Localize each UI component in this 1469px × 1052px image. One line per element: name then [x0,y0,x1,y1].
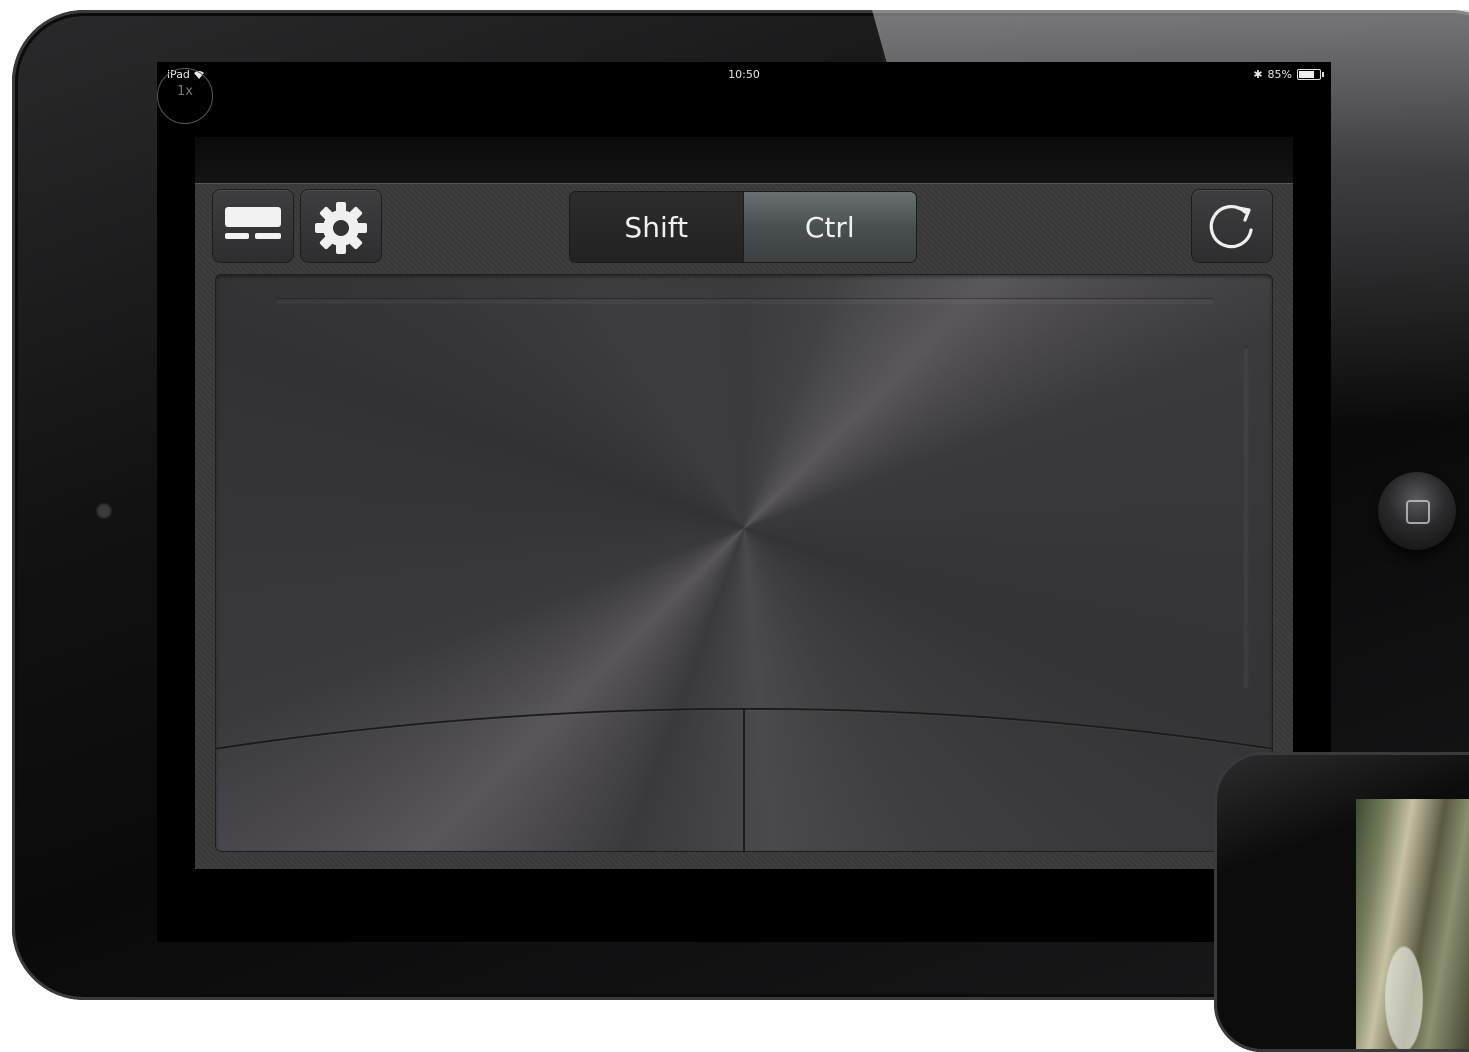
iphone-device [1214,752,1469,1052]
battery-icon [1297,69,1324,80]
home-button[interactable] [1378,472,1456,550]
battery-percent: 85% [1267,68,1292,81]
left-click-button[interactable] [215,714,744,852]
shift-button[interactable]: Shift [570,192,743,262]
refresh-button[interactable] [1192,190,1272,262]
app-top-strip [195,137,1293,183]
zoom-badge[interactable]: 1x [157,68,213,124]
camera-icon [96,503,112,519]
remote-mouse-panel: Shift Ctrl [195,183,1293,869]
vertical-scroll-strip[interactable] [1243,346,1249,688]
gear-icon [315,202,367,254]
ctrl-button[interactable]: Ctrl [742,192,916,262]
keyboard-icon [225,207,281,239]
bluetooth-icon: ✱ [1253,68,1263,81]
mouse-buttons-area [215,704,1273,852]
modifier-segmented-control: Shift Ctrl [570,192,916,262]
home-square-icon [1406,500,1430,524]
settings-button[interactable] [301,190,381,262]
trackpad[interactable] [215,274,1273,852]
status-bar: iPad 10:50 ✱ 85% [157,62,1331,86]
ipad-screen: iPad 10:50 ✱ 85% 1x Shift Ctrl [157,62,1331,942]
horizontal-scroll-strip[interactable] [275,298,1215,304]
status-time: 10:50 [728,68,760,81]
right-click-button[interactable] [745,714,1273,852]
refresh-icon [1209,204,1253,249]
battery-fill [1299,71,1315,78]
iphone-screen-photo [1356,799,1469,1049]
keyboard-button[interactable] [213,190,293,262]
